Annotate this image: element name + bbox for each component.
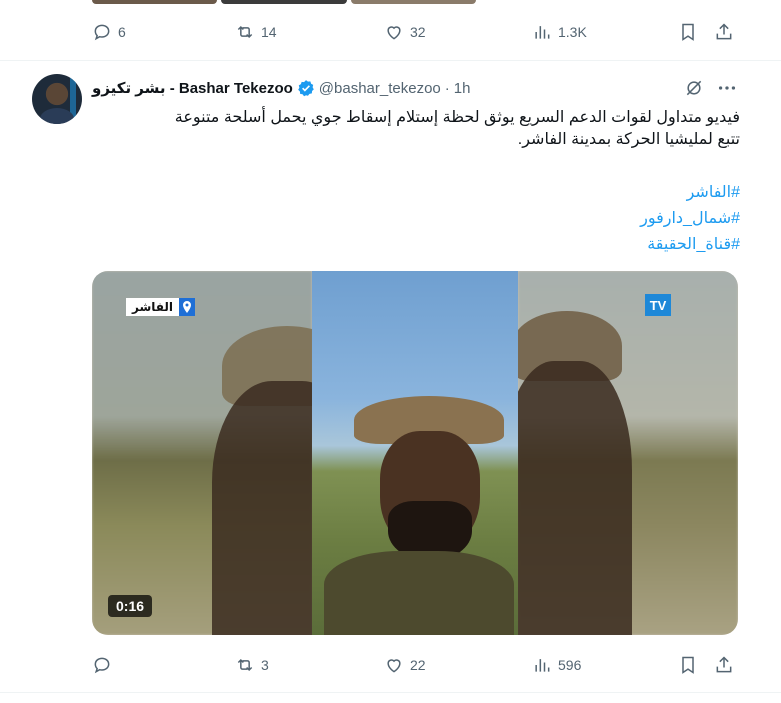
like-icon <box>387 659 401 673</box>
share-button[interactable] <box>714 655 734 675</box>
reply-icon <box>94 657 110 674</box>
like-icon <box>387 26 401 40</box>
like-button[interactable]: 22 <box>384 655 426 675</box>
retweet-count: 14 <box>261 24 277 40</box>
previous-tweet-actions: 6 14 32 1.3K <box>92 20 740 44</box>
verified-badge-icon[interactable] <box>297 79 315 97</box>
separator-dot: · <box>444 79 450 97</box>
previous-tweet-media-edge[interactable] <box>92 0 476 4</box>
views-count: 596 <box>558 657 582 673</box>
like-count: 32 <box>410 24 426 40</box>
tweet-actions: 3 22 596 <box>92 653 740 677</box>
tweet-divider <box>0 60 781 61</box>
tweet-divider <box>0 692 781 693</box>
views-icon <box>535 26 550 39</box>
retweet-icon <box>237 25 253 39</box>
views-icon <box>535 659 550 672</box>
hashtag-list: #الفاشر #شمال_دارفور #قناة_الحقيقة <box>92 180 740 258</box>
like-button[interactable]: 32 <box>384 22 426 42</box>
video-player[interactable]: الفاشر TV 0:16 <box>92 271 738 635</box>
grok-icon[interactable] <box>684 78 704 98</box>
reply-count: 6 <box>118 24 126 40</box>
bookmark-icon <box>682 656 694 674</box>
avatar[interactable] <box>32 74 82 124</box>
bookmark-button[interactable] <box>678 655 698 675</box>
timestamp[interactable]: 1h <box>454 80 471 97</box>
retweet-button[interactable]: 14 <box>235 22 277 42</box>
more-icon[interactable] <box>716 78 738 98</box>
location-pin-icon <box>179 298 196 316</box>
reply-icon <box>94 24 110 41</box>
views-button[interactable]: 596 <box>532 655 581 675</box>
tweet-body-line-2: تتبع لمليشيا الحركة بمدينة الفاشر. <box>517 131 740 148</box>
reply-button[interactable]: 6 <box>92 22 126 42</box>
video-duration: 0:16 <box>108 595 153 617</box>
location-text: الفاشر <box>132 300 174 314</box>
retweet-count: 3 <box>261 657 269 673</box>
author-handle[interactable]: @bashar_tekezoo <box>319 80 441 97</box>
channel-logo: TV <box>645 294 671 316</box>
share-icon <box>716 656 732 673</box>
bookmark-button[interactable] <box>678 22 698 42</box>
share-button[interactable] <box>714 22 734 42</box>
retweet-icon <box>237 658 253 672</box>
hashtag-link[interactable]: #قناة_الحقيقة <box>92 232 740 258</box>
bookmark-icon <box>682 23 694 41</box>
tweet-header: بشر تكيزو - Bashar Tekezoo @bashar_tekez… <box>92 77 470 99</box>
like-count: 22 <box>410 657 426 673</box>
views-button[interactable]: 1.3K <box>532 22 587 42</box>
hashtag-link[interactable]: #شمال_دارفور <box>92 206 740 232</box>
location-label: الفاشر <box>126 298 196 316</box>
tweet-body-line-1: فيديو متداول لقوات الدعم السريع يوثق لحظ… <box>174 109 740 126</box>
views-count: 1.3K <box>558 24 587 40</box>
author-name[interactable]: بشر تكيزو - Bashar Tekezoo <box>92 79 293 97</box>
share-icon <box>716 23 732 40</box>
hashtag-link[interactable]: #الفاشر <box>92 180 740 206</box>
reply-button[interactable] <box>92 655 118 675</box>
retweet-button[interactable]: 3 <box>235 655 269 675</box>
